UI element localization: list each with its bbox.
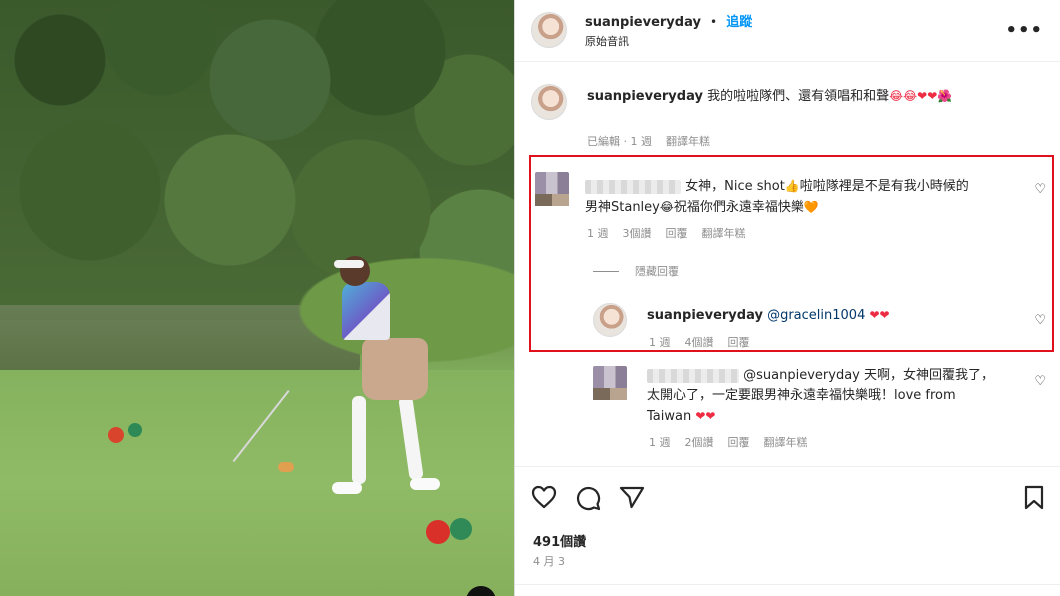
reply2-text-b: 太開心了，一定要跟男神永遠幸福快樂哦！love from [647,388,956,403]
reply2-avatar-blurred[interactable] [593,366,627,400]
audio-label[interactable]: 原始音訊 [585,33,629,49]
share-send-icon[interactable] [619,485,645,513]
post-header: suanpieveryday • 追蹤 原始音訊 ••• [515,0,1060,62]
reply2-text: @suanpieveryday 天啊，女神回覆我了， 太開心了，一定要跟男神永遠… [647,366,1027,427]
reply-reply-link[interactable]: 回覆 [728,334,750,350]
reply2-likes-count[interactable]: 2個讚 [685,434,714,450]
reply-likes-count[interactable]: 4個讚 [685,334,714,350]
reply2-time: 1 週 [649,436,671,449]
reply2-meta: 1 週 2個讚 回覆 翻譯年糕 [649,434,808,450]
red-tee-marker [108,427,124,443]
reply-mention[interactable]: @gracelin1004 [767,308,865,323]
green-tee-marker [128,423,142,437]
reply2-username-blurred[interactable] [647,368,739,383]
comment-time: 1 週 [587,227,609,240]
thumbs-up-icon: 👍 [784,179,800,193]
save-bookmark-icon[interactable] [1023,485,1045,515]
laughing-icon: 😂 [659,200,674,214]
comment-meta: 1 週 3個讚 回覆 翻譯年糕 [587,225,746,241]
hide-replies-line [593,270,619,272]
separator-dot: • [710,15,718,29]
follow-button[interactable]: 追蹤 [726,15,752,30]
golfer-shoe-left [332,482,362,494]
like-heart-icon[interactable] [531,485,557,513]
comment-like-heart-icon[interactable]: ♡ [1034,182,1046,197]
caption-text: suanpieveryday 我的啦啦隊們、還有領唱和和聲😂😂❤❤🌺 [587,86,1037,107]
comment-text-c: 男神Stanley [585,200,660,215]
more-options-icon[interactable]: ••• [1005,20,1043,41]
orange-heart-icon: 🧡 [803,200,819,214]
author-avatar[interactable] [531,12,567,48]
golfer-leg-left [352,396,366,484]
reply2-reply-link[interactable]: 回覆 [728,434,750,450]
caption-emojis: 😂😂❤❤🌺 [889,89,953,103]
golfer-skirt [362,338,428,400]
post-likes-count[interactable]: 491個讚 [533,531,586,550]
commenter-username-blurred[interactable] [585,179,681,194]
reply-time: 1 週 [649,336,671,349]
red-tee-marker-front [426,520,450,544]
reply-meta: 1 週 4個讚 回覆 [649,334,750,350]
reply-like-heart-icon[interactable]: ♡ [1034,313,1046,328]
caption-edited-time: 已編輯 · 1 週 [587,135,652,148]
author-username[interactable]: suanpieveryday [585,15,701,30]
green-tee-marker-front [450,518,472,540]
reply-text: suanpieveryday @gracelin1004 ❤❤ [647,305,1007,326]
comment-text-b: 啦啦隊裡是不是有我小時候的 [799,179,969,194]
hide-replies-label: 隱藏回覆 [635,265,679,278]
reply-hearts-icon: ❤❤ [869,308,890,322]
golfer-top [342,282,390,340]
reply-username[interactable]: suanpieveryday [647,308,763,323]
golfer-shoe-right [410,478,440,490]
comment-text: 女神，Nice shot👍啦啦隊裡是不是有我小時候的 男神Stanley😂祝福你… [585,176,1025,218]
post-date: 4 月 3 [533,555,565,568]
reply2-hearts-icon: ❤❤ [695,409,716,423]
comment-likes-count[interactable]: 3個讚 [623,225,652,241]
caption-username[interactable]: suanpieveryday [587,89,703,104]
comment-bubble-icon[interactable] [575,485,601,515]
post-detail-panel: suanpieveryday • 追蹤 原始音訊 ••• suanpievery… [514,0,1060,596]
caption-avatar[interactable] [531,84,567,120]
instagram-post: suanpieveryday • 追蹤 原始音訊 ••• suanpievery… [0,0,1060,596]
caption-translate-link[interactable]: 翻譯年糕 [666,133,710,149]
comment-reply-link[interactable]: 回覆 [666,225,688,241]
golfer-visor [334,260,364,268]
reply2-text-a: @suanpieveryday 天啊，女神回覆我了， [743,368,994,383]
reply2-text-c: Taiwan [647,409,692,424]
caption-body: 我的啦啦隊們、還有領唱和和聲 [707,89,890,104]
comment-text-d: 祝福你們永遠幸福快樂 [673,200,804,215]
comment-input-divider [515,584,1060,596]
reply2-translate-link[interactable]: 翻譯年糕 [764,434,808,450]
caption-meta: 已編輯 · 1 週 翻譯年糕 [587,133,710,149]
comment-translate-link[interactable]: 翻譯年糕 [702,225,746,241]
comment-text-a: 女神，Nice shot [685,179,785,194]
hide-replies-toggle[interactable]: 隱藏回覆 [593,263,679,279]
reply-author-avatar[interactable] [593,303,627,337]
post-photo[interactable] [0,0,514,596]
post-actions: 491個讚 4 月 3 [515,466,1060,596]
golf-club-head [278,462,294,472]
commenter-avatar-blurred[interactable] [535,172,569,206]
reply2-like-heart-icon[interactable]: ♡ [1034,374,1046,389]
